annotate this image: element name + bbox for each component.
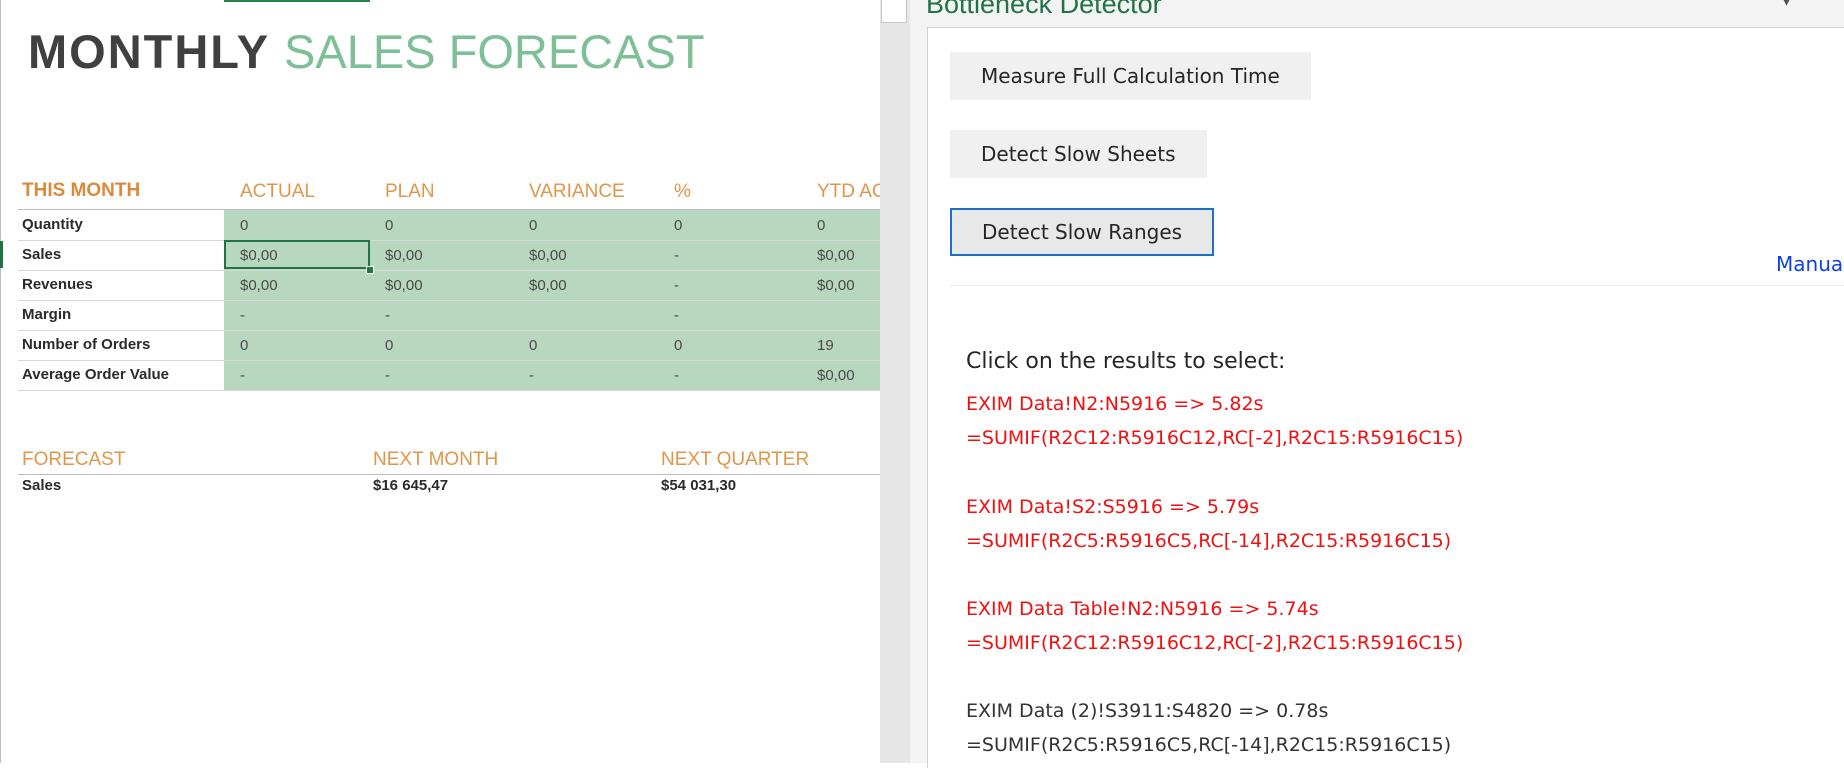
cell[interactable]: 0: [385, 337, 393, 355]
row-divider: [18, 270, 880, 271]
row-divider: [18, 240, 880, 241]
result-formula[interactable]: =SUMIF(R2C5:R5916C5,RC[-14],R2C15:R5916C…: [966, 733, 1451, 757]
col-header-plan: PLAN: [385, 181, 435, 202]
pane-body: Measure Full Calculation Time Detect Slo…: [927, 27, 1844, 768]
cell[interactable]: -: [674, 307, 679, 325]
cell[interactable]: 0: [240, 217, 248, 235]
section-this-month: THIS MONTH: [22, 180, 141, 201]
cell[interactable]: $0,00: [385, 247, 423, 265]
col-header-ytd: YTD AC: [817, 181, 880, 202]
results-intro: Click on the results to select:: [966, 349, 1286, 374]
result-formula[interactable]: =SUMIF(R2C12:R5916C12,RC[-2],R2C15:R5916…: [966, 426, 1463, 450]
cell[interactable]: 0: [674, 337, 682, 355]
cell[interactable]: -: [529, 367, 534, 385]
task-pane: Bottleneck Detector ▾ Measure Full Calcu…: [910, 0, 1844, 768]
selected-cell[interactable]: [224, 240, 370, 269]
chevron-down-icon[interactable]: ▾: [1782, 0, 1791, 10]
active-column-indicator: [224, 0, 370, 2]
pane-splitter[interactable]: [880, 0, 910, 763]
cell[interactable]: 0: [385, 217, 393, 235]
result-range[interactable]: EXIM Data!S2:S5916 => 5.79s: [966, 495, 1259, 519]
row-divider: [18, 300, 880, 301]
forecast-next-month-value[interactable]: $16 645,47: [373, 477, 448, 495]
cell[interactable]: -: [385, 307, 390, 325]
result-range[interactable]: EXIM Data Table!N2:N5916 => 5.74s: [966, 597, 1319, 621]
active-row-indicator: [0, 241, 3, 268]
manual-link[interactable]: Manual: [1776, 252, 1844, 276]
forecast-row-label-sales[interactable]: Sales: [22, 477, 61, 495]
row-divider: [18, 360, 880, 361]
col-header-actual: ACTUAL: [240, 181, 315, 202]
cell[interactable]: $0,00: [817, 277, 855, 295]
cell[interactable]: 0: [674, 217, 682, 235]
row-divider: [18, 330, 880, 331]
cell[interactable]: -: [240, 367, 245, 385]
cell[interactable]: 0: [817, 217, 825, 235]
cell[interactable]: $0,00: [240, 277, 278, 295]
result-formula[interactable]: =SUMIF(R2C12:R5916C12,RC[-2],R2C15:R5916…: [966, 631, 1463, 655]
cell[interactable]: 0: [529, 217, 537, 235]
cell[interactable]: $0,00: [817, 367, 855, 385]
cell[interactable]: -: [674, 277, 679, 295]
title-light: SALES FORECAST: [284, 25, 705, 78]
col-header-percent: %: [674, 181, 691, 202]
pane-divider: [950, 285, 1844, 286]
scroll-stub: [881, 0, 907, 23]
cell[interactable]: $0,00: [385, 277, 423, 295]
result-formula[interactable]: =SUMIF(R2C5:R5916C5,RC[-14],R2C15:R5916C…: [966, 529, 1451, 553]
cell[interactable]: -: [674, 247, 679, 265]
row-label-margin[interactable]: Margin: [22, 306, 71, 324]
cell[interactable]: -: [385, 367, 390, 385]
cell[interactable]: -: [674, 367, 679, 385]
detect-slow-sheets-button[interactable]: Detect Slow Sheets: [950, 130, 1207, 178]
result-range[interactable]: EXIM Data (2)!S3911:S4820 => 0.78s: [966, 699, 1328, 723]
row-label-quantity[interactable]: Quantity: [22, 216, 83, 234]
spreadsheet-grid[interactable]: MONTHLY SALES FORECAST THIS MONTH ACTUAL …: [0, 0, 880, 763]
cell[interactable]: 0: [240, 337, 248, 355]
measure-calc-time-button[interactable]: Measure Full Calculation Time: [950, 52, 1311, 100]
row-label-avg-order[interactable]: Average Order Value: [22, 366, 169, 384]
result-range[interactable]: EXIM Data!N2:N5916 => 5.82s: [966, 392, 1263, 416]
cell[interactable]: 0: [529, 337, 537, 355]
sheet-border: [0, 0, 1, 763]
row-label-orders[interactable]: Number of Orders: [22, 336, 150, 354]
cell[interactable]: -: [240, 307, 245, 325]
cell[interactable]: $0,00: [817, 247, 855, 265]
pane-title: Bottleneck Detector: [926, 0, 1162, 19]
header-divider: [18, 209, 880, 210]
cell[interactable]: $0,00: [529, 247, 567, 265]
title-bold: MONTHLY: [28, 25, 271, 78]
row-label-sales[interactable]: Sales: [22, 246, 61, 264]
forecast-divider: [18, 474, 880, 475]
col-header-next-quarter: NEXT QUARTER: [661, 449, 810, 470]
col-header-next-month: NEXT MONTH: [373, 449, 499, 470]
col-header-variance: VARIANCE: [529, 181, 625, 202]
cell[interactable]: 19: [817, 337, 834, 355]
fill-handle[interactable]: [366, 266, 374, 274]
row-label-revenues[interactable]: Revenues: [22, 276, 93, 294]
section-forecast: FORECAST: [22, 449, 126, 470]
cell[interactable]: $0,00: [529, 277, 567, 295]
row-divider: [18, 390, 880, 391]
forecast-next-quarter-value[interactable]: $54 031,30: [661, 477, 736, 495]
page-title: MONTHLY SALES FORECAST: [28, 24, 705, 80]
detect-slow-ranges-button[interactable]: Detect Slow Ranges: [950, 208, 1215, 256]
